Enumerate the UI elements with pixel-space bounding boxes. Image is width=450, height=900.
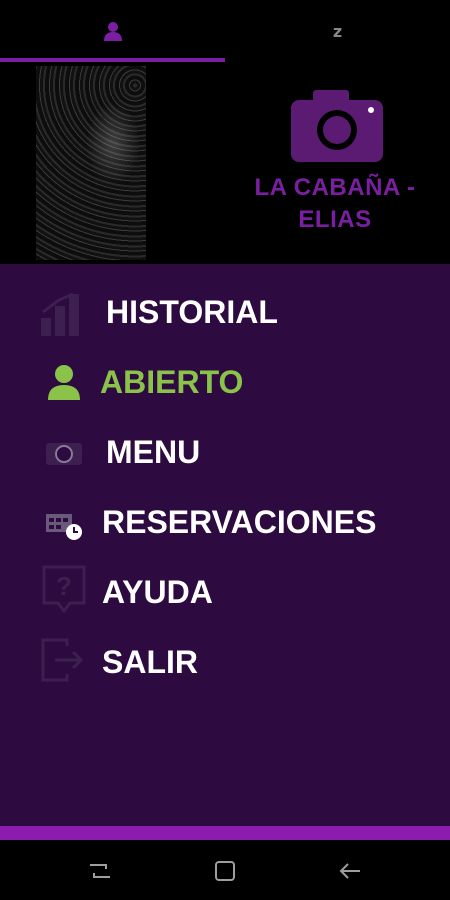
menu-item-reservaciones[interactable]: RESERVACIONES — [0, 492, 450, 552]
menu-item-historial[interactable]: HISTORIAL — [0, 284, 450, 344]
menu-label-reservaciones: RESERVACIONES — [102, 504, 377, 540]
menu-label-ayuda: AYUDA — [102, 574, 213, 610]
brand-line-1: LA CABAÑA - — [254, 174, 416, 201]
menu-item-salir[interactable]: SALIR — [0, 632, 450, 692]
back-icon[interactable] — [334, 855, 366, 887]
profile-photo — [36, 66, 146, 260]
menu-label-historial: HISTORIAL — [106, 294, 278, 330]
camera-icon[interactable] — [291, 90, 383, 162]
menu-label-salir: SALIR — [102, 644, 198, 680]
person-icon — [40, 358, 88, 406]
help-icon: ? — [40, 565, 88, 614]
menu-item-menu[interactable]: MENU — [0, 424, 450, 484]
menu-item-abierto[interactable]: ABIERTO — [0, 352, 450, 412]
menu-label-abierto: ABIERTO — [100, 364, 244, 400]
home-icon[interactable] — [209, 855, 241, 887]
navigation-drawer: HISTORIAL ABIERTO MENU RESERVACIONES ? A… — [0, 264, 450, 826]
bar-chart-icon — [40, 290, 88, 338]
recent-apps-icon[interactable] — [84, 855, 116, 887]
system-nav-bar — [0, 840, 450, 900]
brand-name: LA CABAÑA - ELIAS — [230, 172, 440, 236]
menu-label-menu: MENU — [106, 434, 201, 470]
brand-line-2: ELIAS — [298, 206, 372, 233]
tab-sleep[interactable]: z — [225, 0, 450, 62]
tab-bar: z — [0, 0, 450, 62]
exit-icon — [40, 636, 88, 684]
tab-profile[interactable] — [0, 0, 225, 62]
menu-icon — [40, 430, 88, 478]
svg-text:?: ? — [56, 571, 72, 601]
menu-item-ayuda[interactable]: ? AYUDA — [0, 562, 450, 622]
calendar-clock-icon — [40, 500, 88, 548]
person-icon — [103, 22, 122, 41]
sleep-icon: z — [332, 21, 343, 41]
drawer-header: LA CABAÑA - ELIAS — [0, 62, 450, 264]
bottom-accent-strip — [0, 826, 450, 840]
